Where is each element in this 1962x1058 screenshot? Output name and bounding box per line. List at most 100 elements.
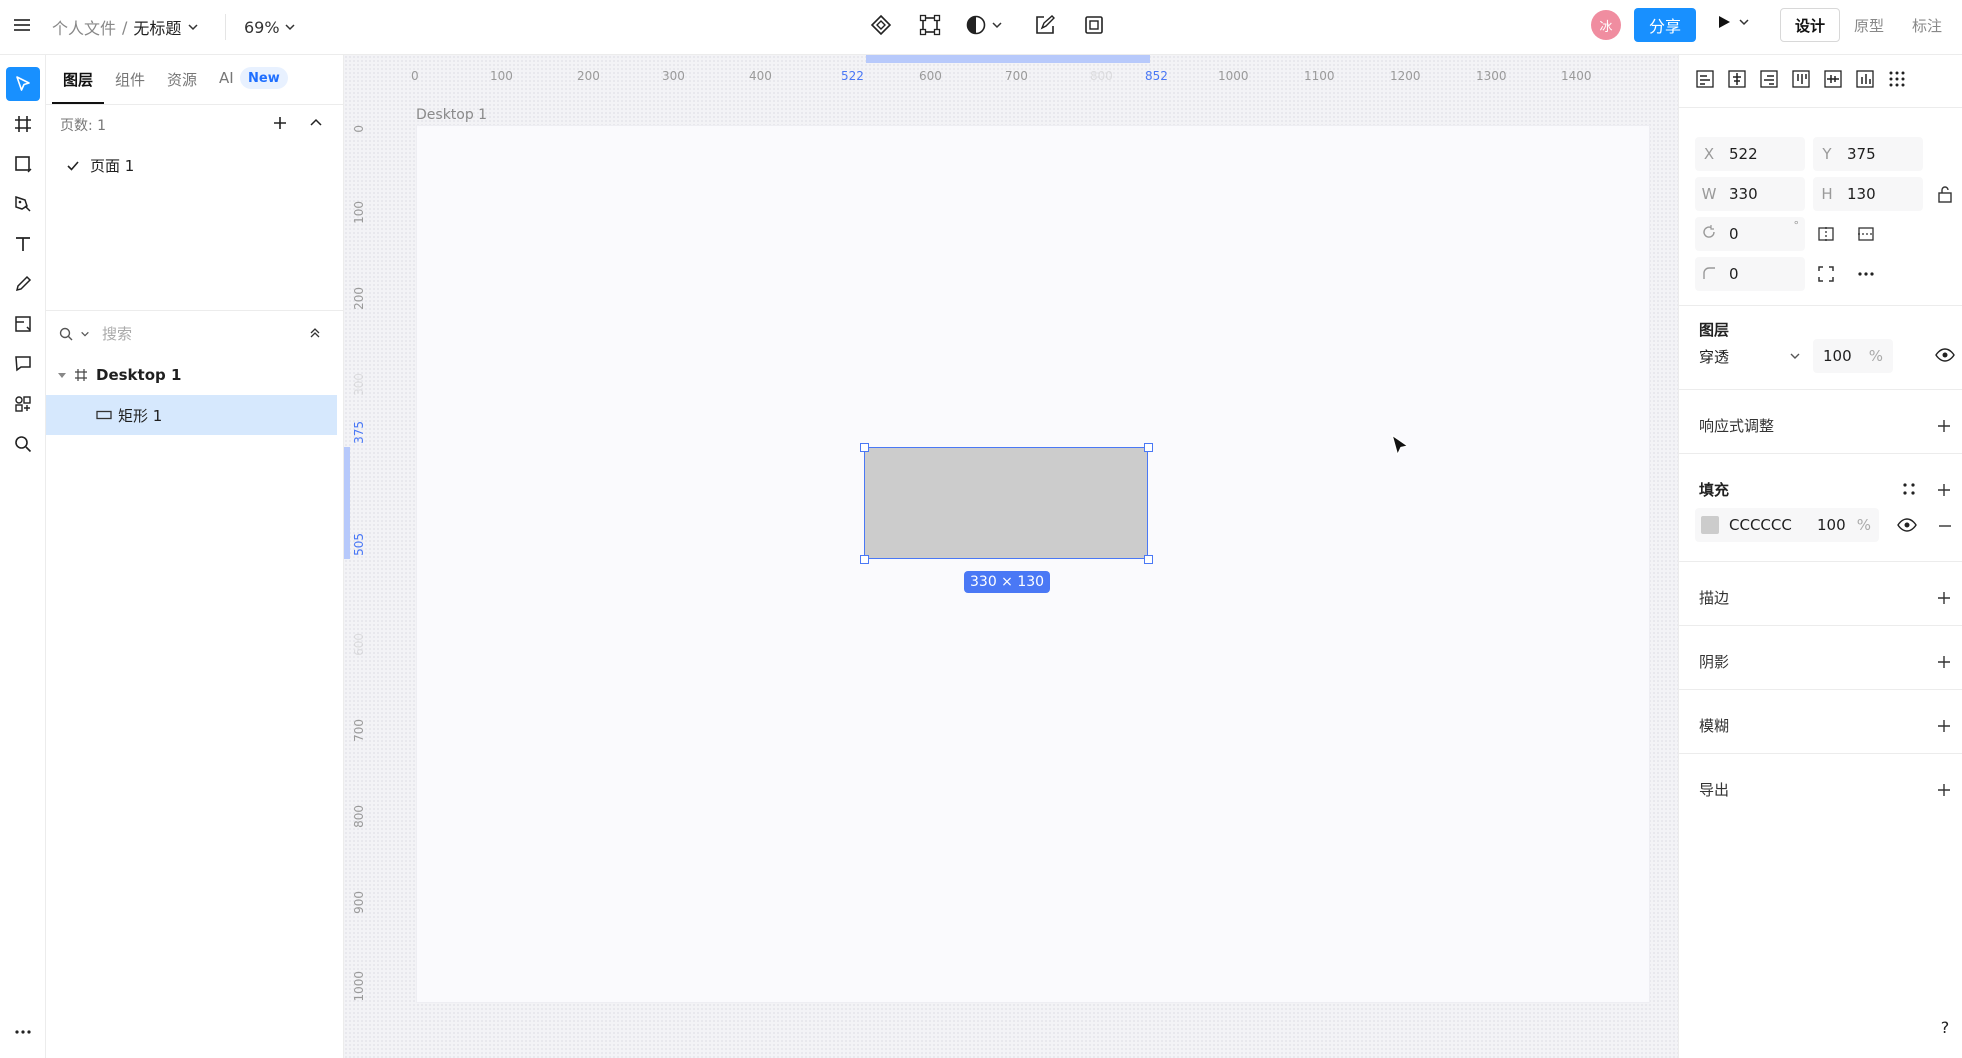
collapse-layers-button[interactable] (308, 325, 322, 344)
responsive-section-title: 响应式调整 (1699, 417, 1775, 435)
zoom-dropdown[interactable]: 69% (244, 14, 296, 40)
component-button[interactable] (870, 14, 892, 36)
collapse-pages-button[interactable] (308, 115, 324, 135)
add-export-button[interactable] (1934, 780, 1954, 800)
flip-horizontal-icon[interactable] (1817, 225, 1835, 243)
tab-ai[interactable]: AI (219, 69, 234, 87)
canvas[interactable]: 0 100 200 300 400 522 600 700 800 852 10… (344, 55, 1678, 1058)
collapse-icon (310, 328, 320, 338)
width-field[interactable]: W 330 (1695, 177, 1805, 211)
search-tool[interactable] (6, 427, 40, 461)
rectangle-icon (15, 156, 32, 173)
shape-tool[interactable] (6, 147, 40, 181)
align-top-icon[interactable] (1791, 69, 1811, 89)
crop-button[interactable] (1083, 14, 1105, 36)
y-field[interactable]: Y 375 (1813, 137, 1923, 171)
more-icon[interactable] (1857, 265, 1875, 283)
align-center-icon[interactable] (1727, 69, 1747, 89)
layer-row[interactable]: Desktop 1 (46, 355, 337, 395)
tab-components[interactable]: 组件 (115, 69, 145, 90)
resize-handle-bottom-right[interactable] (1144, 555, 1153, 564)
boolean-button[interactable] (919, 14, 941, 36)
pencil-icon (15, 275, 32, 292)
resize-handle-top-right[interactable] (1144, 443, 1153, 452)
main-menu-button[interactable] (12, 15, 32, 35)
plus-icon (1938, 484, 1950, 496)
resize-handle-top-left[interactable] (860, 443, 869, 452)
frame-tool[interactable] (6, 107, 40, 141)
fill-swatch[interactable] (1701, 516, 1719, 534)
add-shadow-button[interactable] (1934, 652, 1954, 672)
x-field[interactable]: X 522 (1695, 137, 1805, 171)
tab-prototype[interactable]: 原型 (1840, 8, 1898, 42)
chevron-down-icon (1739, 19, 1749, 26)
layer-row[interactable]: 矩形 1 (46, 395, 337, 435)
lock-icon[interactable] (1937, 185, 1953, 203)
eye-icon[interactable] (1897, 517, 1917, 533)
tab-annotate[interactable]: 标注 (1898, 8, 1956, 42)
styles-icon[interactable] (1901, 481, 1917, 497)
breadcrumb-root[interactable]: 个人文件 (52, 15, 116, 39)
add-page-button[interactable] (272, 115, 288, 135)
align-bottom-icon[interactable] (1855, 69, 1875, 89)
pencil-tool[interactable] (6, 267, 40, 301)
tab-assets[interactable]: 资源 (167, 69, 197, 90)
edit-button[interactable] (1034, 14, 1056, 36)
minus-icon[interactable] (1937, 518, 1953, 534)
add-fill-button[interactable] (1934, 480, 1954, 500)
frame-label[interactable]: Desktop 1 (416, 107, 487, 123)
opacity-field[interactable]: 100 % (1813, 339, 1893, 373)
fill-color-field[interactable]: CCCCCC (1695, 508, 1821, 542)
divider (1679, 107, 1962, 108)
plugins-tool[interactable] (6, 387, 40, 421)
ruler-label: 852 (1145, 69, 1168, 83)
align-middle-icon[interactable] (1823, 69, 1843, 89)
desktop-frame[interactable] (416, 125, 1650, 1003)
independent-corners-icon[interactable] (1817, 265, 1835, 283)
frame-selection-icon (919, 14, 941, 36)
add-responsive-button[interactable] (1934, 416, 1954, 436)
search-input[interactable]: 搜索 (102, 323, 132, 344)
layer-search[interactable]: 搜索 (58, 323, 132, 344)
ruler-label: 600 (919, 69, 942, 83)
select-tool[interactable] (6, 67, 40, 101)
flip-vertical-icon[interactable] (1857, 225, 1875, 243)
play-icon (1719, 16, 1730, 28)
section-tool[interactable] (6, 307, 40, 341)
height-field[interactable]: H 130 (1813, 177, 1923, 211)
page-name: 页面 1 (90, 157, 135, 175)
rotation-field[interactable]: 0 ° (1695, 217, 1805, 251)
caret-down-icon[interactable] (58, 371, 66, 379)
add-stroke-button[interactable] (1934, 588, 1954, 608)
fill-hex-value: CCCCCC (1729, 516, 1792, 534)
resize-handle-bottom-left[interactable] (860, 555, 869, 564)
mask-dropdown[interactable] (965, 14, 1003, 36)
align-left-icon[interactable] (1695, 69, 1715, 89)
file-name[interactable]: 无标题 (133, 15, 181, 39)
fill-opacity-field[interactable]: 100 % (1809, 508, 1879, 542)
selected-rectangle[interactable] (864, 447, 1148, 559)
align-right-icon[interactable] (1759, 69, 1779, 89)
vertical-ruler: 0 100 200 300 375 505 600 700 800 900 10… (344, 55, 384, 1058)
hamburger-icon (14, 19, 30, 31)
add-blur-button[interactable] (1934, 716, 1954, 736)
plus-icon (1938, 784, 1950, 796)
rotation-icon (1695, 225, 1723, 243)
avatar[interactable]: 冰 (1591, 10, 1621, 40)
text-tool[interactable] (6, 227, 40, 261)
blend-mode-select[interactable]: 穿透 (1695, 339, 1809, 373)
chevron-down-icon[interactable] (187, 21, 199, 33)
help-button[interactable]: ? (1933, 1015, 1957, 1039)
comment-tool[interactable] (6, 347, 40, 381)
tab-design[interactable]: 设计 (1780, 8, 1841, 42)
distribute-icon[interactable] (1887, 69, 1907, 89)
page-item[interactable]: 页面 1 (66, 155, 134, 176)
pen-tool[interactable] (6, 187, 40, 221)
more-tool[interactable] (6, 1015, 40, 1049)
corner-radius-field[interactable]: 0 (1695, 257, 1805, 291)
tab-layers[interactable]: 图层 (63, 69, 93, 90)
eye-icon[interactable] (1935, 347, 1955, 363)
present-button[interactable] (1716, 14, 1750, 30)
share-button[interactable]: 分享 (1634, 8, 1696, 42)
ruler-label: 522 (841, 69, 864, 83)
